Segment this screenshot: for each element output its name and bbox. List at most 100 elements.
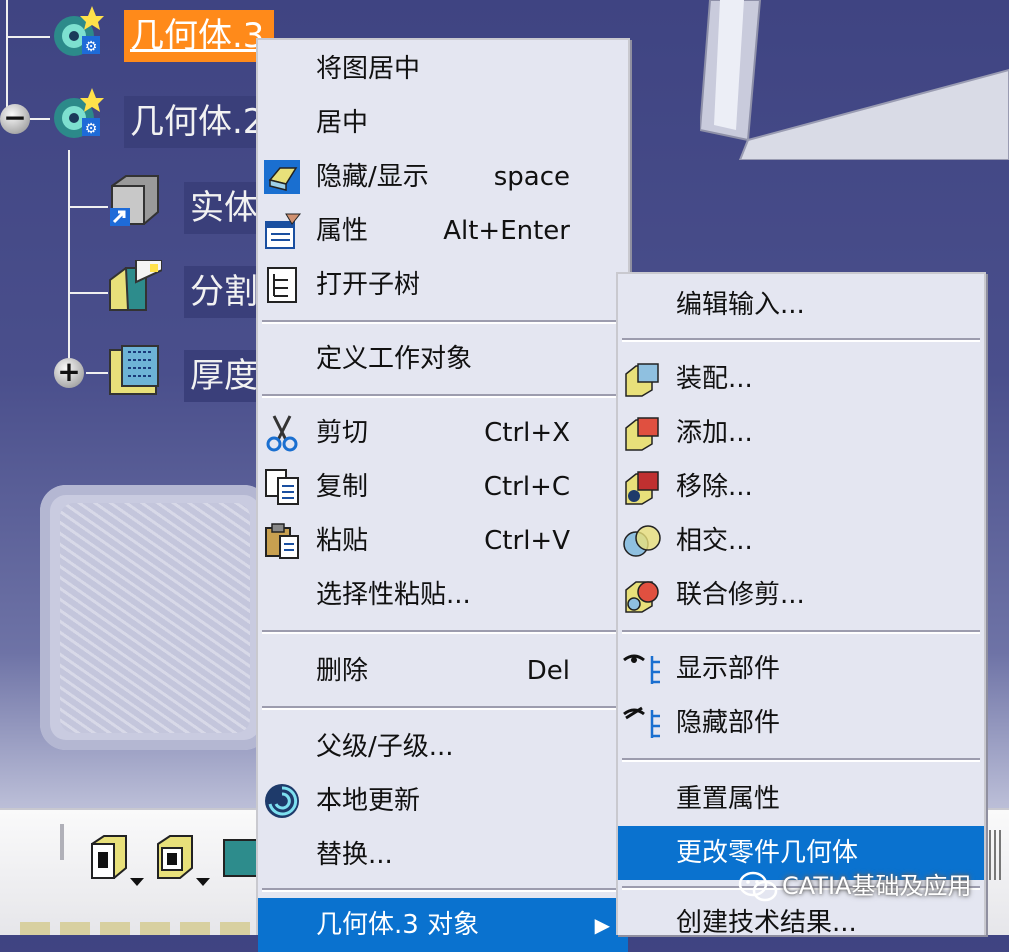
paste-icon: [265, 523, 299, 559]
tree-collapse-toggle[interactable]: −: [0, 104, 30, 134]
menu-item-shortcut: Del: [526, 656, 570, 686]
tree-node-label[interactable]: 几何体.3: [124, 10, 274, 62]
svg-text:⚙: ⚙: [85, 121, 98, 137]
tree-node-label[interactable]: 实体: [184, 182, 266, 234]
submenu-item-show-components[interactable]: 显示部件: [618, 642, 984, 696]
watermark-text: CATIA基础及应用: [782, 872, 972, 900]
menu-item-label: 父级/子级...: [316, 732, 454, 762]
dropdown-arrow-icon[interactable]: [196, 878, 210, 886]
properties-icon: [265, 213, 302, 249]
submenu: 编辑输入... 装配... 添加... 移除... 相交... 联合修剪... …: [616, 272, 986, 938]
menu-item-label: 相交...: [676, 526, 753, 556]
menu-separator: [262, 394, 624, 398]
toolbar-grip[interactable]: [984, 830, 1002, 880]
menu-item-properties[interactable]: 属性 Alt+Enter: [258, 204, 628, 258]
menu-item-center-graph[interactable]: 将图居中: [258, 42, 628, 96]
toolbar-grip[interactable]: [60, 824, 64, 860]
menu-item-shortcut: Alt+Enter: [443, 216, 570, 246]
menu-item-label: 复制: [316, 472, 369, 502]
add-icon: [625, 417, 659, 451]
menu-item-label: 打开子树: [316, 270, 421, 300]
part-3d-shape: [700, 0, 1009, 160]
intersect-icon: [623, 525, 661, 557]
3d-viewport[interactable]: ⚙ 几何体.3 − ⚙ 几何体.2 实体 分割 + 厚度 将图居中 居中 隐藏/…: [0, 0, 1009, 952]
submenu-item-union-trim[interactable]: 联合修剪...: [618, 568, 984, 622]
submenu-item-reset-properties[interactable]: 重置属性: [618, 772, 984, 826]
svg-text:⚙: ⚙: [85, 39, 98, 55]
menu-item-label: 装配...: [676, 364, 753, 394]
local-update-icon: [265, 784, 299, 818]
submenu-item-edit-inputs[interactable]: 编辑输入...: [618, 278, 984, 332]
menu-item-local-update[interactable]: 本地更新: [258, 774, 628, 828]
submenu-item-intersect[interactable]: 相交...: [618, 514, 984, 568]
menu-item-parents-children[interactable]: 父级/子级...: [258, 720, 628, 774]
menu-item-label: 本地更新: [316, 786, 421, 816]
menu-item-hide-show[interactable]: 隐藏/显示 space: [258, 150, 628, 204]
dropdown-arrow-icon[interactable]: [130, 878, 144, 886]
menu-item-label: 替换...: [316, 840, 393, 870]
menu-item-copy[interactable]: 复制 Ctrl+C: [258, 460, 628, 514]
menu-item-label: 粘贴: [316, 526, 369, 556]
open-subtree-icon: [267, 267, 297, 303]
menu-separator: [262, 320, 624, 324]
assemble-icon: [625, 363, 659, 397]
menu-item-paste-special[interactable]: 选择性粘贴...: [258, 568, 628, 622]
watermark: CATIA基础及应用: [738, 866, 971, 906]
solid-pad-icon[interactable]: [106, 172, 162, 228]
menu-item-label: 移除...: [676, 472, 753, 502]
tree-expand-toggle[interactable]: +: [54, 358, 84, 388]
tree-node-label[interactable]: 几何体.2: [124, 96, 268, 148]
menu-item-label: 显示部件: [676, 654, 781, 684]
submenu-item-assemble[interactable]: 装配...: [618, 352, 984, 406]
menu-item-label: 隐藏部件: [676, 708, 781, 738]
menu-item-label: 添加...: [676, 418, 753, 448]
tree-node-label[interactable]: 厚度: [184, 350, 266, 402]
menu-item-label: 选择性粘贴...: [316, 580, 471, 610]
scissors-icon: [266, 415, 298, 452]
menu-item-paste[interactable]: 粘贴 Ctrl+V: [258, 514, 628, 568]
menu-item-cut[interactable]: 剪切 Ctrl+X: [258, 406, 628, 460]
pad-tool-icon[interactable]: [86, 834, 132, 880]
menu-item-label: 重置属性: [676, 784, 781, 814]
menu-item-center[interactable]: 居中: [258, 96, 628, 150]
context-menu: 将图居中 居中 隐藏/显示 space 属性 Alt+Enter 打开子树 定义…: [256, 38, 630, 952]
menu-separator: [622, 630, 980, 634]
pocket-tool-icon[interactable]: [152, 834, 198, 880]
tree-line-node-2: [30, 118, 50, 120]
compass-panel-texture: [60, 503, 250, 733]
tree-line-node-5: [86, 372, 108, 374]
menu-item-delete[interactable]: 删除 Del: [258, 644, 628, 698]
remove-icon: [625, 471, 659, 505]
submenu-item-hide-components[interactable]: 隐藏部件: [618, 696, 984, 750]
union-trim-icon: [625, 581, 659, 613]
menu-item-label: 几何体.3 对象: [316, 910, 480, 940]
tree-line-node-3: [68, 206, 108, 208]
menu-item-replace[interactable]: 替换...: [258, 828, 628, 882]
menu-item-label: 属性: [316, 216, 369, 246]
show-components-icon: [623, 654, 660, 684]
menu-item-shortcut: Ctrl+X: [484, 418, 570, 448]
submenu-arrow-icon: ▶: [594, 913, 610, 937]
menu-item-label: 定义工作对象: [316, 344, 473, 374]
body-gear-icon[interactable]: ⚙: [48, 6, 104, 62]
tree-node-label[interactable]: 分割: [184, 266, 266, 318]
menu-item-shortcut: Ctrl+V: [484, 526, 570, 556]
body-gear-icon[interactable]: ⚙: [48, 88, 104, 144]
menu-item-label: 将图居中: [316, 54, 421, 84]
toolbar-row2-icons: [20, 922, 260, 935]
menu-item-body-object[interactable]: 几何体.3 对象 ▶: [258, 898, 628, 952]
tree-line-node-1: [6, 36, 50, 38]
copy-icon: [265, 469, 299, 505]
thickness-icon[interactable]: [106, 342, 162, 398]
submenu-item-remove[interactable]: 移除...: [618, 460, 984, 514]
split-icon[interactable]: [106, 260, 162, 316]
menu-item-label: 删除: [316, 656, 369, 686]
hide-components-icon: [623, 706, 660, 738]
menu-item-define-work-object[interactable]: 定义工作对象: [258, 332, 628, 386]
menu-item-open-subtree[interactable]: 打开子树: [258, 258, 628, 312]
menu-item-label: 居中: [316, 108, 369, 138]
hide-show-icon: [264, 160, 300, 194]
tree-line-node-4: [68, 292, 108, 294]
submenu-item-add[interactable]: 添加...: [618, 406, 984, 460]
menu-item-label: 联合修剪...: [676, 580, 805, 610]
